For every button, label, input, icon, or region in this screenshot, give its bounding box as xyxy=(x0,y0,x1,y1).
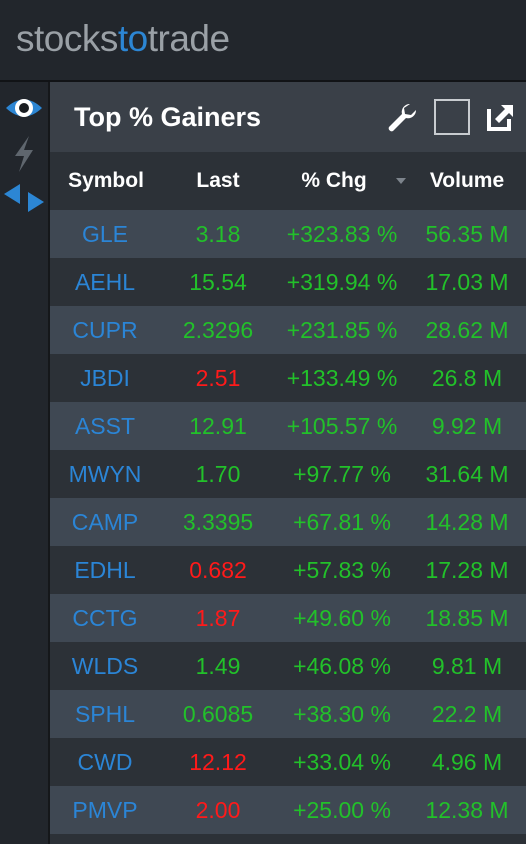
last-price-cell: 3.18 xyxy=(195,221,241,247)
panel-title: Top % Gainers xyxy=(74,102,262,132)
symbol-cell: CWD xyxy=(77,749,133,775)
percent-change-cell: +231.85 % xyxy=(286,317,398,343)
last-price-cell: 2.00 xyxy=(195,797,241,823)
table-row[interactable]: WLDS 1.49 +46.08 % 9.81 M xyxy=(50,642,526,690)
table-row[interactable]: CUPR 2.3296 +231.85 % 28.62 M xyxy=(50,306,526,354)
last-price-cell: 2.3296 xyxy=(182,317,254,343)
column-header-chg[interactable]: % Chg xyxy=(276,152,392,210)
panel-title-bar: Top % Gainers xyxy=(50,82,526,152)
table-row[interactable]: MWYN 1.70 +97.77 % 31.64 M xyxy=(50,450,526,498)
volume-cell: 22.2 M xyxy=(431,701,503,727)
last-price-cell: 2.51 xyxy=(195,365,241,391)
table-row[interactable]: ASST 12.91 +105.57 % 9.92 M xyxy=(50,402,526,450)
volume-cell: 12.38 M xyxy=(425,797,509,823)
table-row[interactable]: CCTG 1.87 +49.60 % 18.85 M xyxy=(50,594,526,642)
left-rail xyxy=(0,82,48,844)
column-header-volume[interactable]: Volume xyxy=(408,152,526,210)
column-header-last[interactable]: Last xyxy=(160,152,276,210)
table-row[interactable]: JBDI 2.51 +133.49 % 26.8 M xyxy=(50,354,526,402)
volume-cell: 31.64 M xyxy=(425,461,509,487)
symbol-cell: SPHL xyxy=(74,701,136,727)
last-price-cell: 0.682 xyxy=(189,557,247,583)
percent-change-cell: +49.60 % xyxy=(293,605,391,631)
volume-cell: 17.28 M xyxy=(425,557,509,583)
volume-cell: 9.92 M xyxy=(431,413,503,439)
symbol-cell: WLDS xyxy=(71,653,139,679)
symbol-cell: CCTG xyxy=(72,605,138,631)
symbol-cell: JBDI xyxy=(80,365,130,391)
table-row[interactable]: CAMP 3.3395 +67.81 % 14.28 M xyxy=(50,498,526,546)
stockstotrade-logo: stockstotrade xyxy=(16,18,230,60)
symbol-cell: GLE xyxy=(81,221,129,247)
table-row[interactable]: PMVP 2.00 +25.00 % 12.38 M xyxy=(50,786,526,834)
percent-change-cell: +46.08 % xyxy=(293,653,391,679)
popout-icon[interactable] xyxy=(482,100,520,134)
percent-change-cell: +105.57 % xyxy=(286,413,398,439)
last-price-cell: 1.87 xyxy=(195,605,241,631)
logo-part2: to xyxy=(117,18,148,59)
last-price-cell: 3.3395 xyxy=(182,509,254,535)
table-row[interactable]: GLE 3.18 +323.83 % 56.35 M xyxy=(50,210,526,258)
volume-cell: 9.81 M xyxy=(431,653,503,679)
table-row[interactable]: CWD 12.12 +33.04 % 4.96 M xyxy=(50,738,526,786)
symbol-cell: ASST xyxy=(74,413,136,439)
symbol-cell: AEHL xyxy=(74,269,136,295)
percent-change-cell: +133.49 % xyxy=(286,365,398,391)
symbol-cell: CAMP xyxy=(71,509,139,535)
table-row[interactable]: SPHL 0.6085 +38.30 % 22.2 M xyxy=(50,690,526,738)
lightning-icon[interactable] xyxy=(0,134,48,174)
arrows-icon[interactable] xyxy=(0,178,48,218)
last-price-cell: 1.70 xyxy=(195,461,241,487)
symbol-cell: EDHL xyxy=(74,557,136,583)
last-price-cell: 15.54 xyxy=(189,269,247,295)
percent-change-cell: +97.77 % xyxy=(293,461,391,487)
last-price-cell: 12.12 xyxy=(189,749,247,775)
logo-part1: stocks xyxy=(16,18,118,59)
last-price-cell: 1.49 xyxy=(195,653,241,679)
app-window: stockstotrade Top % Gainers Symbol Last … xyxy=(0,0,526,844)
wrench-icon[interactable] xyxy=(384,100,420,134)
column-header-row: Symbol Last % Chg Volume xyxy=(50,152,526,210)
volume-cell: 26.8 M xyxy=(431,365,503,391)
table-row[interactable]: EDHL 0.682 +57.83 % 17.28 M xyxy=(50,546,526,594)
percent-change-cell: +38.30 % xyxy=(293,701,391,727)
percent-change-cell: +319.94 % xyxy=(286,269,398,295)
percent-change-cell: +25.00 % xyxy=(293,797,391,823)
eye-icon[interactable] xyxy=(0,88,48,128)
symbol-cell: PMVP xyxy=(72,797,138,823)
top-gainers-panel: Top % Gainers Symbol Last % Chg Volume G… xyxy=(48,82,526,844)
column-header-symbol[interactable]: Symbol xyxy=(50,152,162,210)
percent-change-cell: +57.83 % xyxy=(293,557,391,583)
logo-part3: trade xyxy=(147,18,230,59)
table-row[interactable]: AEHL 15.54 +319.94 % 17.03 M xyxy=(50,258,526,306)
volume-cell: 4.96 M xyxy=(431,749,503,775)
last-price-cell: 0.6085 xyxy=(182,701,254,727)
percent-change-cell: +67.81 % xyxy=(293,509,391,535)
symbol-cell: CUPR xyxy=(72,317,138,343)
volume-cell: 14.28 M xyxy=(425,509,509,535)
volume-cell: 18.85 M xyxy=(425,605,509,631)
volume-cell: 28.62 M xyxy=(425,317,509,343)
maximize-square-icon[interactable] xyxy=(432,99,472,135)
sort-descending-icon[interactable] xyxy=(396,178,406,184)
percent-change-cell: +33.04 % xyxy=(293,749,391,775)
symbol-cell: MWYN xyxy=(68,461,142,487)
volume-cell: 56.35 M xyxy=(425,221,509,247)
gainers-table-body: GLE 3.18 +323.83 % 56.35 M AEHL 15.54 +319.94 … xyxy=(50,210,526,834)
last-price-cell: 12.91 xyxy=(189,413,247,439)
volume-cell: 17.03 M xyxy=(425,269,509,295)
percent-change-cell: +323.83 % xyxy=(286,221,398,247)
